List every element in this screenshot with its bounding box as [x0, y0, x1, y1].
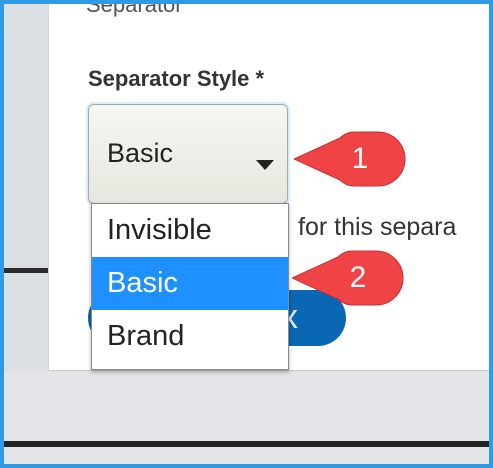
option-brand[interactable]: Brand [92, 310, 288, 363]
select-value: Basic [107, 138, 174, 168]
option-invisible[interactable]: Invisible [92, 204, 288, 257]
section-heading: Separator [86, 0, 183, 17]
separator-style-select[interactable]: Basic [88, 104, 288, 204]
option-basic[interactable]: Basic [92, 257, 288, 310]
callout-step-1: 1 [294, 130, 408, 188]
background-divider-left [4, 268, 48, 273]
field-description: for this separa [298, 213, 457, 241]
screenshot-frame: Separator Separator Style * Basic for th… [0, 0, 493, 468]
background-divider-bottom [4, 441, 489, 447]
page-background-band [4, 371, 489, 464]
dropdown-arrow-icon [256, 160, 274, 170]
callout-step-2: 2 [292, 249, 406, 307]
separator-style-label: Separator Style * [88, 66, 265, 91]
step-number-1: 1 [351, 142, 369, 175]
step-number-2: 2 [349, 261, 367, 294]
separator-style-dropdown[interactable]: Invisible Basic Brand [91, 203, 289, 370]
